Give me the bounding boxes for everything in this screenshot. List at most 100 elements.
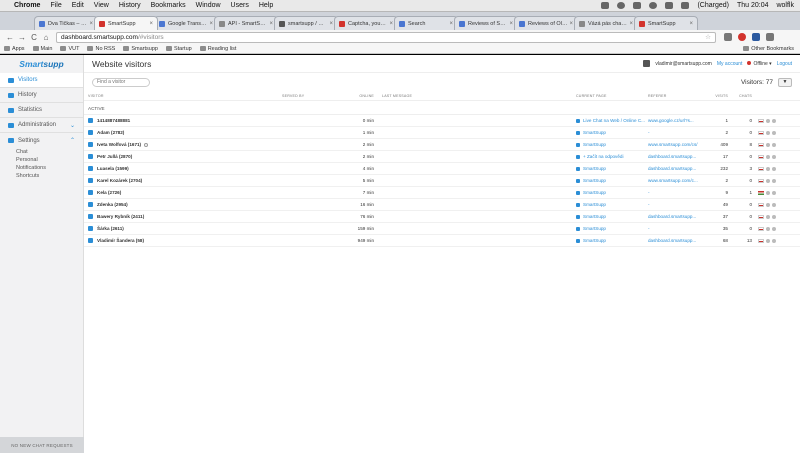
table-row[interactable]: Bawery Rybník (2411) 76 min SmartSupp dashb… [84,211,800,223]
browser-tab[interactable]: API - SmartSupp × [214,16,278,30]
menu-help[interactable]: Help [259,2,273,9]
col-referer[interactable]: REFERER [648,94,708,98]
wifi-icon[interactable] [649,2,658,9]
sidebar-item-settings[interactable]: Settings ⌃ [0,133,83,148]
tab-close-icon[interactable]: × [329,21,333,27]
col-visits[interactable]: VISITS [708,94,732,98]
menu-file[interactable]: File [50,2,61,9]
sidebar-item-statistics[interactable]: Statistics [0,103,83,118]
tab-close-icon[interactable]: × [269,21,273,27]
bluetooth-icon[interactable] [633,2,642,9]
volume-icon[interactable] [665,2,674,9]
bookmark-smartsupp[interactable]: Smartsupp [123,46,158,52]
table-row[interactable]: Luasela (1599) 4 min SmartSupp dashboard.sm… [84,163,800,175]
referer-cell[interactable]: www.smartsupp.com/cs/ [648,142,708,147]
col-online[interactable]: ONLINE [330,94,378,98]
sidebar-subitem-personal[interactable]: Personal [0,156,83,164]
tab-close-icon[interactable]: × [449,21,453,27]
tab-close-icon[interactable]: × [89,21,93,27]
bookmark-apps[interactable]: Apps [4,46,25,52]
tab-close-icon[interactable]: × [389,21,393,27]
menu-icon[interactable] [766,33,774,41]
sidebar-subitem-chat[interactable]: Chat [0,148,83,156]
browser-tab[interactable]: SmartSupp × [634,16,698,30]
referer-cell[interactable]: www.google.cz/url?s... [648,118,708,123]
tab-close-icon[interactable]: × [209,21,213,27]
browser-tab[interactable]: Vázá pás chats Tulsa× [574,16,638,30]
dropbox-icon[interactable] [601,2,610,9]
menu-history[interactable]: History [119,2,141,9]
visitor-name[interactable]: Petr Jullá (2870) [97,154,132,159]
menu-users[interactable]: Users [231,2,249,9]
col-chats[interactable]: CHATS [732,94,758,98]
bookmark-no-rss[interactable]: No RSS [87,46,115,52]
visitor-name[interactable]: Kela (2726) [97,190,121,195]
current-page-cell[interactable]: SmartSupp [576,190,648,195]
sidebar-item-history[interactable]: History [0,88,83,103]
browser-tab[interactable]: smartsupp / Chat × [274,16,338,30]
filter-button[interactable]: ▼ [778,77,792,87]
table-row[interactable]: Vladimír Šandera (58) 949 min SmartSupp das… [84,235,800,247]
extension-blue-icon[interactable] [752,33,760,41]
menu-window[interactable]: Window [196,2,221,9]
table-row[interactable]: Zdenka (2954) 16 min SmartSupp - 49 0 [84,199,800,211]
other-bookmarks[interactable]: Other Bookmarks [743,46,794,52]
visitor-name[interactable]: Luasela (1599) [97,166,129,171]
browser-tab[interactable]: Captcha, your soft× [334,16,398,30]
tab-close-icon[interactable]: × [569,21,573,27]
menu-bookmarks[interactable]: Bookmarks [151,2,186,9]
sidebar-item-administration[interactable]: Administration ⌄ [0,118,83,133]
col-served-by[interactable]: SERVED BY [282,94,330,98]
visitor-name[interactable]: Zdenka (2954) [97,202,128,207]
table-row[interactable]: Šárka (2611) 159 min SmartSupp - 35 0 [84,223,800,235]
sidebar-subitem-notifications[interactable]: Notifications [0,164,83,172]
bookmark-main[interactable]: Main [32,46,52,52]
current-page-cell[interactable]: SmartSupp [576,202,648,207]
col-last-message[interactable]: LAST MESSAGE [378,94,576,98]
referer-cell[interactable]: - [648,202,708,207]
avatar[interactable] [643,60,651,67]
referer-cell[interactable]: dashboard.smartsupp... [648,154,708,159]
sync-icon[interactable] [617,2,626,9]
referer-cell[interactable]: - [648,226,708,231]
home-button[interactable]: ⌂ [40,33,52,42]
forward-button[interactable]: → [16,33,28,42]
tab-close-icon[interactable]: × [689,21,693,27]
current-page-cell[interactable]: Live Chat na Web / Online C... [576,118,648,123]
current-page-cell[interactable]: SmartSupp [576,166,648,171]
wrench-icon[interactable] [724,33,732,41]
battery-icon[interactable] [681,2,690,9]
bookmark-startup[interactable]: Startup [165,46,192,52]
tab-close-icon[interactable]: × [629,21,633,27]
smartsupp-logo[interactable]: Smart supp [0,55,83,73]
extension-red-icon[interactable] [738,33,746,41]
browser-tab[interactable]: SmartSupp × [94,16,158,30]
menubar-user[interactable]: wolflk [776,2,794,9]
current-page-cell[interactable]: SmartSupp [576,130,648,135]
menu-view[interactable]: View [94,2,109,9]
referer-cell[interactable]: - [648,190,708,195]
browser-tab[interactable]: Google Translate × [154,16,218,30]
visitor-name[interactable]: Iveta Wolfová (1671) [97,142,141,147]
sidebar-item-visitors[interactable]: Visitors [0,73,83,88]
bookmark-star-icon[interactable]: ☆ [705,33,711,41]
menu-edit[interactable]: Edit [72,2,84,9]
browser-tab[interactable]: Search × [394,16,458,30]
col-visitor[interactable]: VISITOR [84,94,282,98]
info-icon[interactable] [144,142,149,147]
referer-cell[interactable]: www.smartsupp.com/c... [648,178,708,183]
address-bar[interactable]: dashboard.smartsupp.com /#visitors ☆ [56,31,716,43]
browser-tab[interactable]: Dva Tičkas – ODjus× [34,16,98,30]
bookmark-reading-list[interactable]: Reading list [199,46,236,52]
table-row[interactable]: 1414887488881 0 min Live Chat na Web / Onl… [84,115,800,127]
referer-cell[interactable]: dashboard.smartsupp... [648,166,708,171]
reload-button[interactable]: C [28,33,40,42]
current-page-cell[interactable]: SmartSupp [576,178,648,183]
current-page-cell[interactable]: + Začít na odpovědi [576,154,648,159]
table-row[interactable]: Iveta Wolfová (1671) 2 min SmartSupp www.sm… [84,139,800,151]
menubar-clock[interactable]: Thu 20:04 [737,2,769,9]
referer-cell[interactable]: dashboard.smartsupp... [648,238,708,243]
current-page-cell[interactable]: SmartSupp [576,238,648,243]
table-row[interactable]: Kela (2726) 7 min SmartSupp - 9 1 [84,187,800,199]
browser-tab[interactable]: Reviews of OlarkHc× [514,16,578,30]
